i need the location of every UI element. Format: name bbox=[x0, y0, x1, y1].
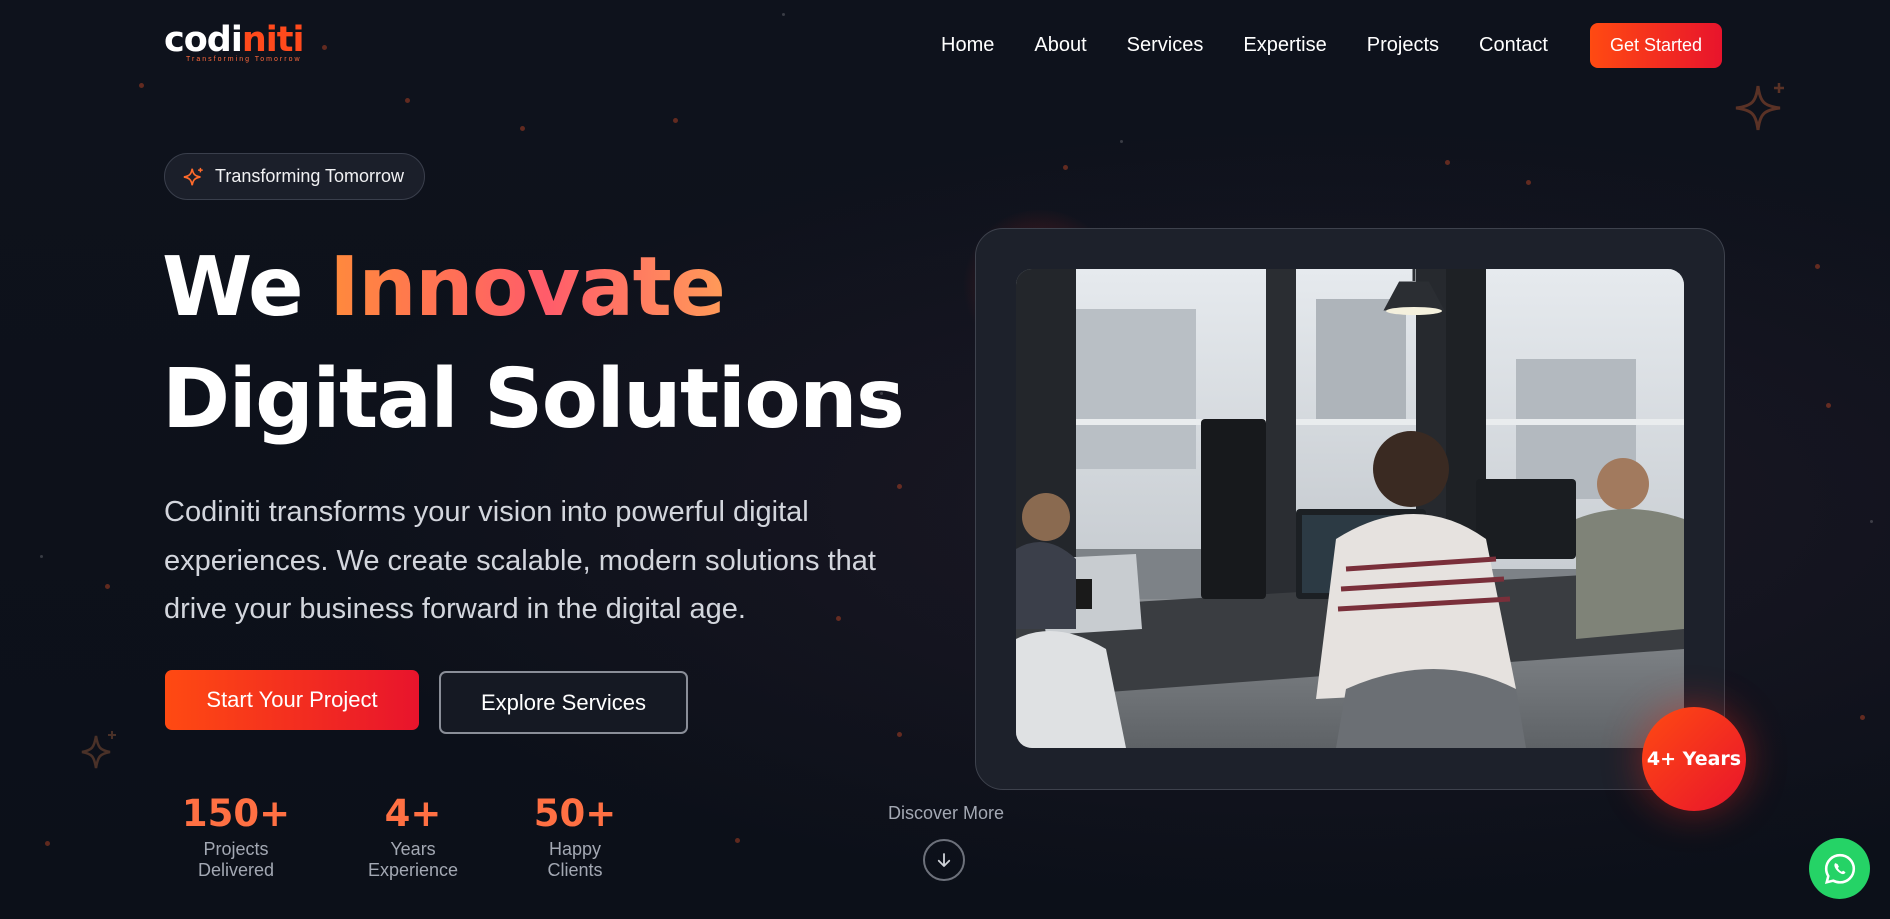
stat-clients: 50+ Happy Clients bbox=[519, 793, 631, 881]
ambient-dot bbox=[673, 118, 678, 123]
nav-about[interactable]: About bbox=[1034, 34, 1086, 57]
discover-more-label: Discover More bbox=[888, 803, 1005, 823]
ambient-dot bbox=[1063, 165, 1068, 170]
nav-expertise[interactable]: Expertise bbox=[1243, 34, 1326, 57]
hero-description: Codiniti transforms your vision into pow… bbox=[164, 496, 876, 625]
ambient-dot bbox=[139, 83, 144, 88]
ambient-dot bbox=[782, 13, 785, 16]
ambient-dot bbox=[405, 98, 410, 103]
stat-label: Projects Delivered bbox=[197, 839, 275, 880]
ambient-dot bbox=[45, 841, 50, 846]
sparkle-icon bbox=[81, 731, 116, 769]
ambient-dot bbox=[1445, 160, 1450, 165]
nav-services[interactable]: Services bbox=[1127, 34, 1204, 57]
stat-label: Years Experience bbox=[367, 839, 459, 880]
logo-tagline: Transforming Tomorrow bbox=[186, 56, 302, 63]
hero-badge: Transforming Tomorrow bbox=[164, 153, 426, 200]
experience-badge: 4+ Years bbox=[1642, 707, 1746, 811]
get-started-button[interactable]: Get Started bbox=[1589, 23, 1722, 68]
stat-value: 150+ bbox=[181, 792, 291, 835]
hero-title-line1: We Innovate bbox=[162, 240, 726, 335]
start-project-button[interactable]: Start Your Project bbox=[165, 670, 419, 730]
ambient-dot bbox=[40, 555, 43, 558]
stat-value: 4+ bbox=[384, 792, 442, 835]
ambient-dot bbox=[322, 45, 327, 50]
nav-projects[interactable]: Projects bbox=[1367, 34, 1439, 57]
nav-home[interactable]: Home bbox=[941, 34, 994, 57]
nav-contact[interactable]: Contact bbox=[1479, 34, 1548, 57]
ambient-dot bbox=[735, 838, 740, 843]
hero-badge-label: Transforming Tomorrow bbox=[215, 166, 405, 186]
logo[interactable]: codcodinitiiniti Transforming Tomorrow bbox=[164, 20, 305, 68]
stat-label: Happy Clients bbox=[547, 839, 603, 880]
sparkle-icon bbox=[1735, 83, 1784, 131]
ambient-dot bbox=[105, 584, 110, 589]
ambient-dot bbox=[1826, 403, 1831, 408]
hero-office-photo bbox=[1016, 269, 1684, 748]
office-photo-illustration bbox=[1016, 269, 1684, 748]
sparkles-icon bbox=[183, 167, 203, 185]
ambient-dot bbox=[1120, 140, 1123, 143]
hero-title-accent: Innovate bbox=[329, 240, 726, 335]
discover-more-button[interactable] bbox=[923, 839, 965, 881]
whatsapp-button[interactable] bbox=[1809, 838, 1870, 899]
arrow-down-icon bbox=[937, 853, 951, 867]
ambient-dot bbox=[1860, 715, 1865, 720]
hero-title-plain: We bbox=[162, 240, 330, 335]
stat-projects: 150+ Projects Delivered bbox=[164, 793, 308, 881]
ambient-dot bbox=[897, 732, 902, 737]
logo-wordmark: codcodinitiiniti bbox=[164, 20, 305, 60]
explore-services-button[interactable]: Explore Services bbox=[439, 671, 688, 734]
main-nav: Home About Services Expertise Projects C… bbox=[941, 23, 1722, 68]
whatsapp-icon bbox=[1824, 853, 1855, 884]
stat-experience: 4+ Years Experience bbox=[345, 793, 481, 881]
ambient-dot bbox=[520, 126, 525, 131]
hero-title-line2: Digital Solutions bbox=[162, 352, 905, 447]
hero-page: codcodinitiiniti Transforming Tomorrow H… bbox=[0, 0, 1890, 919]
stat-value: 50+ bbox=[533, 792, 617, 835]
ambient-dot bbox=[1870, 520, 1873, 523]
ambient-dot bbox=[1815, 264, 1820, 269]
ambient-dot bbox=[1526, 180, 1531, 185]
